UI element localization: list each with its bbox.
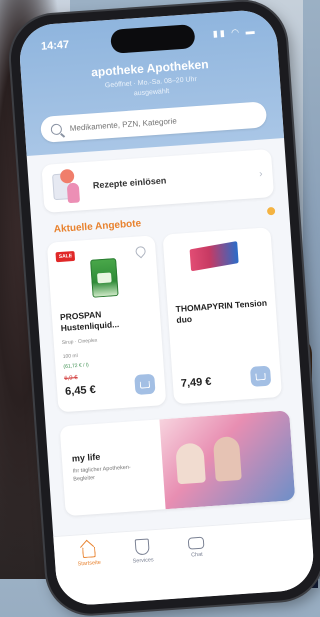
- promo-subtitle: Ihr täglicher Apotheken-Begleiter: [72, 464, 131, 483]
- search-icon: [50, 123, 63, 135]
- tab-label: Chat: [190, 551, 203, 559]
- favorite-icon[interactable]: [133, 244, 148, 259]
- shield-icon: [134, 538, 150, 556]
- phone-screen: 14:47 ▮▮ ◠ ▬ apotheke Apotheken Geöffnet…: [17, 8, 316, 607]
- product-old-price: 6,9 €: [64, 375, 78, 382]
- product-name: THOMAPYRIN Tension duo: [175, 297, 268, 325]
- prescription-card[interactable]: Rezepte einlösen ›: [41, 148, 275, 213]
- tab-home[interactable]: Startseite: [70, 541, 110, 605]
- product-card[interactable]: THOMAPYRIN Tension duo 7,49 €: [162, 227, 283, 405]
- offers-more-icon[interactable]: [266, 206, 276, 216]
- tab-label: Startseite: [77, 559, 102, 568]
- product-image: [90, 258, 119, 298]
- product-card[interactable]: SALE PROSPAN Hustenliquid... Sirup · Cin…: [46, 235, 167, 413]
- tab-chat[interactable]: Chat: [178, 534, 218, 598]
- prescription-label: Rezepte einlösen: [92, 175, 167, 191]
- search-bar[interactable]: [39, 101, 268, 143]
- status-icons: ▮▮ ◠ ▬: [212, 25, 257, 39]
- cart-icon: [139, 380, 151, 389]
- product-image: [189, 241, 239, 272]
- sale-badge: SALE: [55, 250, 76, 263]
- phone-frame: 14:47 ▮▮ ◠ ▬ apotheke Apotheken Geöffnet…: [8, 0, 320, 617]
- promo-title: my life: [71, 451, 101, 464]
- tab-label: Services: [132, 557, 154, 565]
- search-input[interactable]: [67, 109, 252, 134]
- cart-icon: [255, 372, 266, 381]
- status-time: 14:47: [40, 38, 70, 53]
- chat-icon: [187, 536, 205, 550]
- product-unit-price: (61,72 € / l): [63, 362, 89, 370]
- tab-services[interactable]: Services: [124, 538, 164, 602]
- add-to-cart-button[interactable]: [249, 365, 272, 387]
- product-price: 7,49 €: [180, 375, 212, 390]
- chevron-right-icon: ›: [258, 168, 263, 180]
- product-name: PROSPAN Hustenliquid...: [59, 309, 120, 334]
- prescription-illustration-icon: [52, 168, 84, 206]
- home-icon: [81, 546, 96, 559]
- product-size: 100 ml: [62, 352, 78, 360]
- product-meta: Sirup · Cineplex: [61, 337, 98, 347]
- promo-image: [159, 410, 296, 510]
- product-price: 6,45 €: [64, 383, 97, 398]
- promo-card[interactable]: my life Ihr täglicher Apotheken-Begleite…: [59, 410, 296, 517]
- offers-title: Aktuelle Angebote: [53, 218, 142, 236]
- add-to-cart-button[interactable]: [134, 373, 156, 396]
- tab-bar: Startseite Services Chat: [53, 518, 316, 607]
